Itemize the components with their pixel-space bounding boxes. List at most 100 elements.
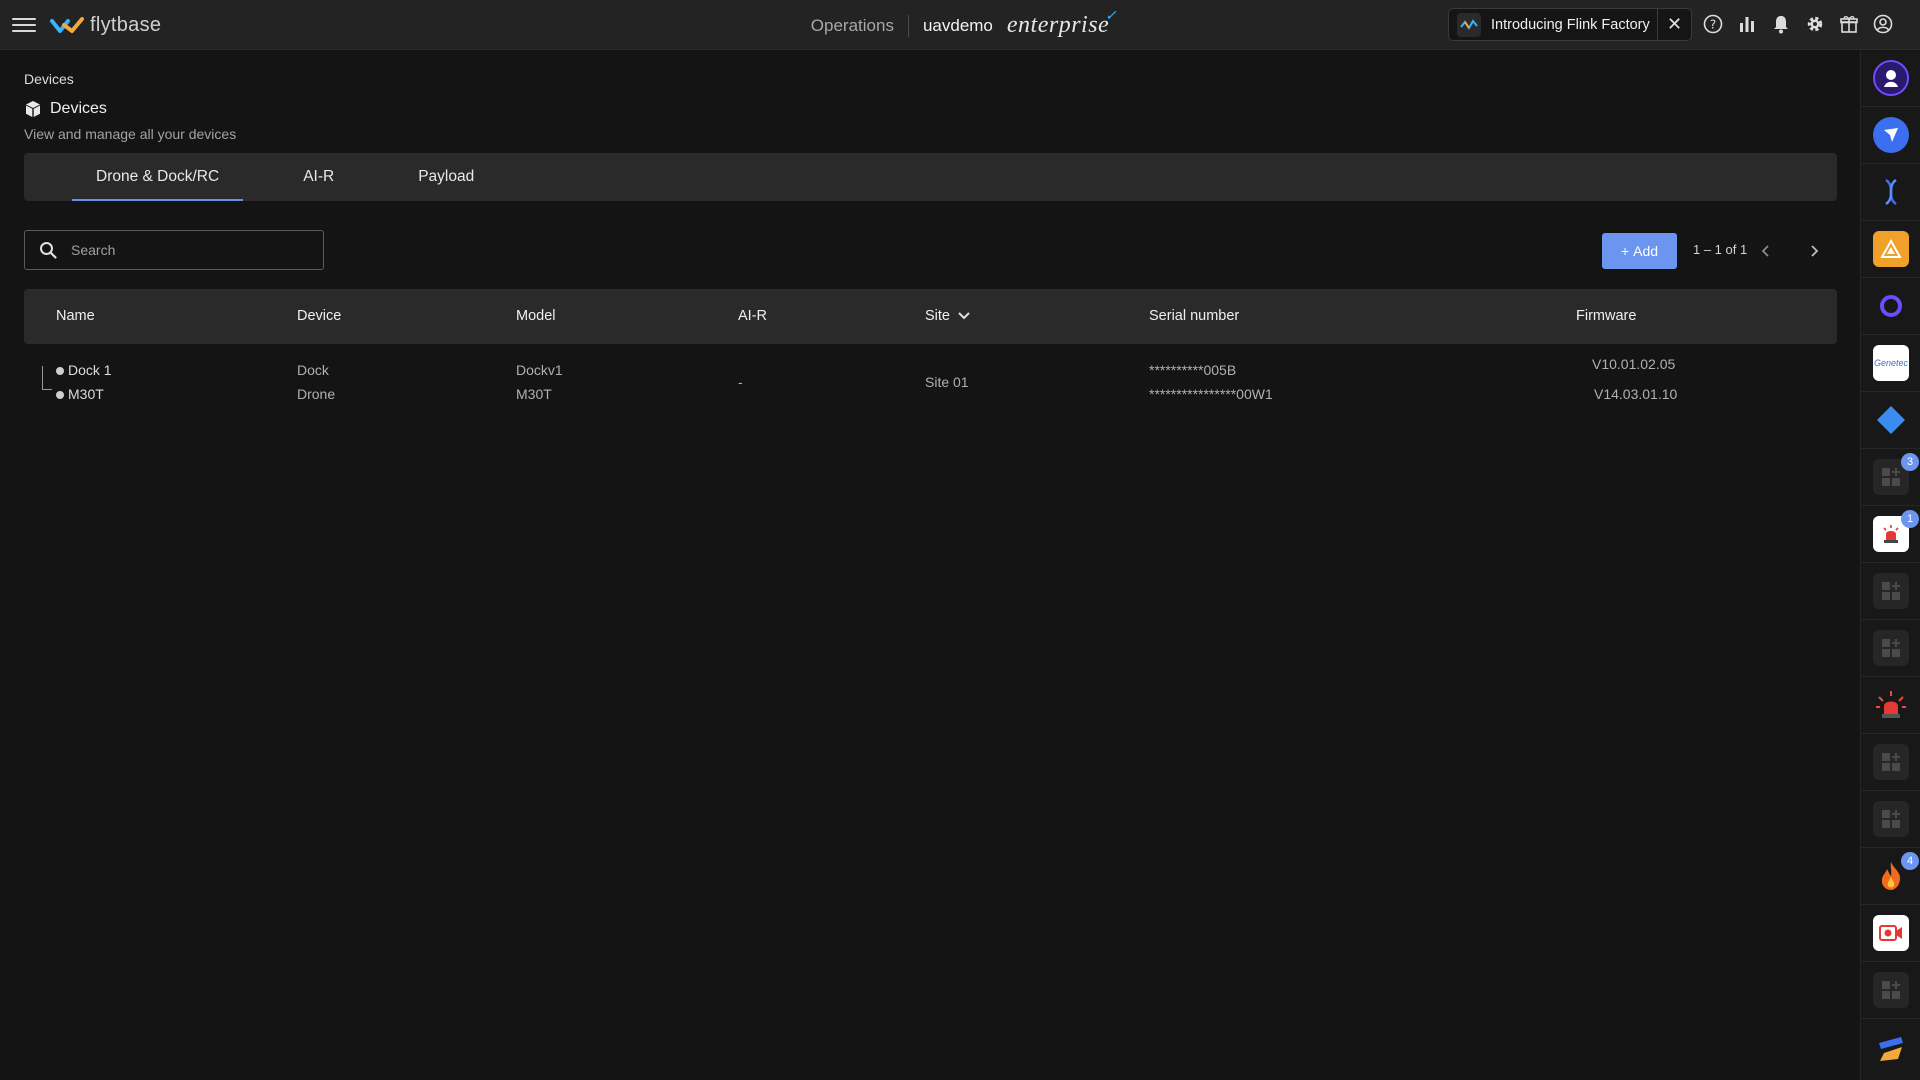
announcement-banner[interactable]: Introducing Flink Factory ✕	[1448, 8, 1692, 41]
top-bar: flytbase Operations uavdemo enterprise ✓ …	[0, 0, 1920, 50]
table-row[interactable]: Dock 1 M30T Dock Drone Dockv1 M30T - Sit…	[24, 354, 1837, 426]
pagination-text: 1 – 1 of 1	[1693, 242, 1748, 257]
status-dot-icon	[56, 367, 64, 375]
drone-firmware: V14.03.01.10	[1594, 386, 1678, 402]
drone-model: M30T	[516, 386, 552, 402]
header-serial[interactable]: Serial number	[1149, 308, 1239, 324]
diamond-icon	[1873, 402, 1909, 438]
tab-drone-dock-rc[interactable]: Drone & Dock/RC	[72, 153, 244, 201]
grid-add-icon	[1873, 972, 1909, 1008]
chevron-down-icon[interactable]	[958, 312, 970, 320]
page-title: Devices	[24, 100, 107, 118]
edition-text: enterprise	[1006, 12, 1110, 38]
dock-serial: **********005B	[1149, 362, 1237, 378]
drone-name[interactable]: M30T	[56, 386, 104, 402]
tab-ai-r[interactable]: AI-R	[279, 153, 358, 201]
breadcrumb[interactable]: Devices	[24, 71, 74, 87]
notification-badge: 3	[1901, 453, 1919, 471]
rail-item-alarm[interactable]: 1	[1861, 506, 1920, 563]
org-name: uavdemo	[922, 15, 993, 35]
close-icon[interactable]: ✕	[1657, 8, 1691, 41]
rail-item-grid-3[interactable]	[1861, 620, 1920, 677]
dock-firmware: V10.01.02.05	[1592, 356, 1676, 372]
bell-icon[interactable]	[1768, 10, 1794, 38]
notification-badge: 4	[1901, 852, 1919, 870]
rail-item-dna[interactable]	[1861, 164, 1920, 221]
drone-name-text: M30T	[68, 386, 104, 402]
rail-item-circle-app[interactable]	[1861, 278, 1920, 335]
header-firmware[interactable]: Firmware	[1576, 308, 1636, 324]
rail-item-plugin[interactable]	[1861, 1019, 1920, 1076]
add-label: Add	[1633, 243, 1659, 259]
rail-item-camera-record[interactable]	[1861, 905, 1920, 962]
dna-icon	[1873, 174, 1909, 210]
camera-record-icon	[1873, 915, 1909, 951]
rail-item-grid-2[interactable]	[1861, 563, 1920, 620]
flink-icon	[1457, 12, 1481, 37]
air-value: -	[738, 374, 743, 390]
header-site[interactable]: Site	[925, 308, 970, 324]
header-model[interactable]: Model	[516, 308, 556, 324]
tree-connector	[42, 366, 52, 390]
header-site-label: Site	[925, 308, 950, 324]
device-tabs: Drone & Dock/RC AI-R Payload	[24, 153, 1837, 201]
svg-text:?: ?	[1710, 18, 1716, 32]
dock-device-type: Dock	[297, 362, 329, 378]
search-box	[24, 230, 324, 270]
drone-serial: ****************00W1	[1149, 386, 1273, 402]
operations-link[interactable]: Operations	[811, 16, 894, 36]
grid-add-icon	[1873, 744, 1909, 780]
rail-item-grid-1[interactable]: 3	[1861, 449, 1920, 506]
top-icons: ?	[1700, 10, 1896, 38]
rail-item-send[interactable]	[1861, 107, 1920, 164]
table-header: Name Device Model AI-R Site Serial numbe…	[24, 289, 1837, 344]
circle-app-icon	[1873, 288, 1909, 324]
chevron-right-icon[interactable]	[1803, 240, 1825, 262]
edition-label: enterprise ✓	[1006, 9, 1117, 39]
divider	[907, 14, 909, 37]
send-icon	[1873, 117, 1909, 153]
rail-item-siren[interactable]	[1861, 677, 1920, 734]
page-subtitle: View and manage all your devices	[24, 126, 237, 142]
dock-name-text: Dock 1	[68, 362, 112, 378]
app-rail: Genetec 3 1 4	[1860, 50, 1920, 1080]
warning-icon	[1873, 231, 1909, 267]
page-title-text: Devices	[50, 100, 107, 117]
rail-item-warning[interactable]	[1861, 221, 1920, 278]
cube-icon	[26, 101, 40, 117]
flytbase-avatar-icon	[1873, 60, 1909, 96]
rail-item-grid-4[interactable]	[1861, 734, 1920, 791]
search-icon	[40, 242, 57, 259]
genetec-label: Genetec	[1873, 358, 1909, 368]
account-icon[interactable]	[1870, 10, 1896, 38]
status-dot-icon	[56, 391, 64, 399]
grid-add-icon	[1873, 801, 1909, 837]
analytics-icon[interactable]	[1734, 10, 1760, 38]
add-device-button[interactable]: + Add	[1602, 233, 1677, 269]
dock-name[interactable]: Dock 1	[56, 362, 112, 378]
chevron-left-icon[interactable]	[1755, 240, 1777, 262]
header-name[interactable]: Name	[56, 308, 95, 324]
header-air[interactable]: AI-R	[738, 308, 767, 324]
tab-payload[interactable]: Payload	[394, 153, 498, 201]
grid-add-icon	[1873, 573, 1909, 609]
notification-badge: 1	[1901, 510, 1919, 528]
site-value: Site 01	[925, 374, 969, 390]
rail-item-grid-5[interactable]	[1861, 791, 1920, 848]
rail-item-fire[interactable]: 4	[1861, 848, 1920, 905]
plus-icon: +	[1620, 243, 1630, 259]
rail-item-diamond[interactable]	[1861, 392, 1920, 449]
gear-icon[interactable]	[1802, 10, 1828, 38]
help-icon[interactable]: ?	[1700, 10, 1726, 38]
main-content: Devices Devices View and manage all your…	[0, 50, 1860, 1080]
grid-add-icon	[1873, 630, 1909, 666]
header-device[interactable]: Device	[297, 308, 341, 324]
edition-mark-icon: ✓	[1104, 9, 1118, 24]
dock-model: Dockv1	[516, 362, 563, 378]
genetec-icon: Genetec	[1873, 345, 1909, 381]
rail-item-genetec[interactable]: Genetec	[1861, 335, 1920, 392]
gift-icon[interactable]	[1836, 10, 1862, 38]
rail-item-grid-6[interactable]	[1861, 962, 1920, 1019]
search-input[interactable]	[71, 242, 291, 258]
rail-item-flytbase[interactable]	[1861, 50, 1920, 107]
